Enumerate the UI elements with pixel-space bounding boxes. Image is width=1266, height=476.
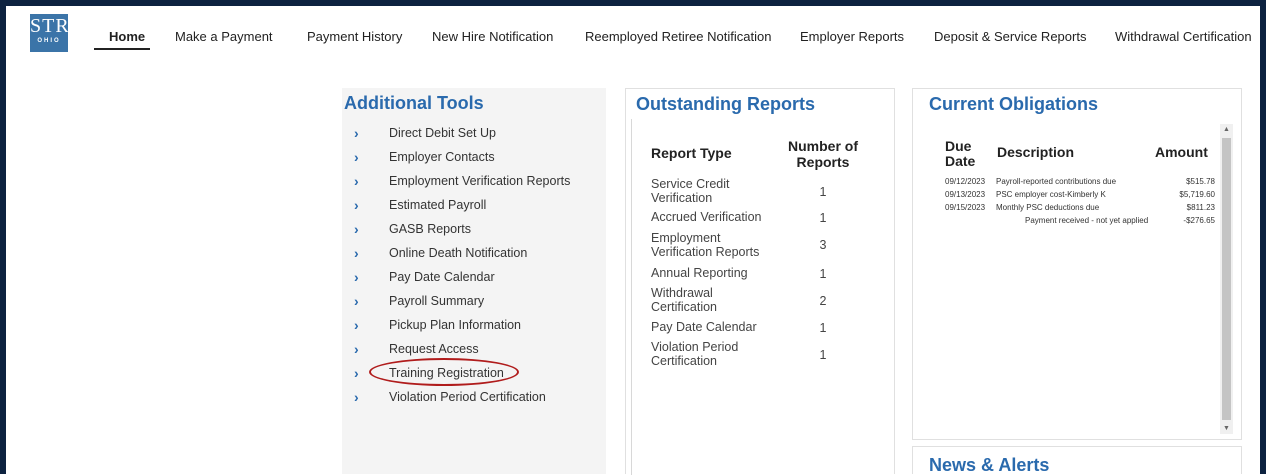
report-type: Employment Verification Reports [651, 231, 760, 259]
report-count: 1 [819, 267, 827, 281]
obligation-description: Payment received - not yet applied [1025, 216, 1149, 225]
report-type: Service Credit Verification [651, 177, 730, 205]
tools-item-label: Pay Date Calendar [389, 270, 495, 284]
chevron-right-icon: › [354, 269, 359, 285]
scrollbar-thumb[interactable] [1222, 138, 1231, 420]
column-header-report-type: Report Type [651, 145, 732, 161]
tools-item-label: GASB Reports [389, 222, 471, 236]
chevron-right-icon: › [354, 221, 359, 237]
nav-make-a-payment[interactable]: Make a Payment [175, 29, 273, 44]
obligation-description: PSC employer cost-Kimberly K [996, 190, 1106, 199]
report-type: Pay Date Calendar [651, 320, 757, 334]
nav-employer-reports[interactable]: Employer Reports [800, 29, 904, 44]
obligation-description: Payroll-reported contributions due [996, 177, 1117, 186]
obligation-amount: -$276.65 [1183, 216, 1215, 225]
chevron-right-icon: › [354, 365, 359, 381]
obligations-scrollbar[interactable]: ▲ ▼ [1220, 124, 1233, 434]
report-count: 3 [819, 238, 827, 252]
chevron-right-icon: › [354, 125, 359, 141]
obligation-amount: $515.78 [1186, 177, 1215, 186]
tools-item-label: Estimated Payroll [389, 198, 487, 212]
tools-item-label: Direct Debit Set Up [389, 126, 496, 140]
tools-item-label: Request Access [389, 342, 479, 356]
outstanding-reports-title: Outstanding Reports [636, 94, 815, 114]
obligation-date: 09/13/2023 [945, 190, 986, 199]
obligation-amount: $5,719.60 [1179, 190, 1215, 199]
tools-item-label: Violation Period Certification [389, 390, 546, 404]
column-header-number-of-reports: Number of Reports [788, 138, 858, 170]
chevron-right-icon: › [354, 341, 359, 357]
obligation-date: 09/15/2023 [945, 203, 986, 212]
chevron-right-icon: › [354, 293, 359, 309]
logo-text: STRS [30, 15, 82, 37]
report-count: 1 [819, 321, 827, 335]
obligation-description: Monthly PSC deductions due [996, 203, 1100, 212]
report-type: Violation Period Certification [651, 340, 739, 368]
tools-item-label: Training Registration [389, 366, 504, 380]
report-type: Annual Reporting [651, 266, 748, 280]
obligation-row: 09/13/2023 PSC employer cost-Kimberly K … [945, 190, 1215, 201]
column-header-amount: Amount [1155, 144, 1208, 160]
report-count: 1 [819, 185, 827, 199]
news-alerts-title: News & Alerts [929, 455, 1050, 475]
chevron-right-icon: › [354, 245, 359, 261]
current-obligations-title: Current Obligations [929, 94, 1099, 114]
nav-reemployed-retiree-notification[interactable]: Reemployed Retiree Notification [585, 29, 771, 44]
column-header-due-date: Due Date [945, 138, 976, 169]
report-count: 1 [819, 211, 827, 225]
additional-tools-panel: Additional Tools › Direct Debit Set Up › E… [342, 88, 606, 474]
tools-item-label: Payroll Summary [389, 294, 485, 308]
chevron-right-icon: › [354, 197, 359, 213]
obligation-row: 09/15/2023 Monthly PSC deductions due $8… [945, 203, 1215, 214]
report-type: Withdrawal Certification [651, 286, 717, 314]
tools-item-label: Online Death Notification [389, 246, 528, 260]
nav-deposit-service-reports[interactable]: Deposit & Service Reports [934, 29, 1086, 44]
chevron-right-icon: › [354, 389, 359, 405]
nav-active-underline [94, 48, 150, 50]
outstanding-reports-panel: Outstanding Reports Report Type Number o… [625, 88, 895, 475]
chevron-right-icon: › [354, 317, 359, 333]
nav-home[interactable]: Home [109, 29, 145, 44]
obligation-amount: $811.23 [1186, 203, 1215, 212]
report-count: 2 [819, 294, 827, 308]
logo-subtext: OHIO [37, 38, 61, 44]
chevron-right-icon: › [354, 173, 359, 189]
current-obligations-panel: Current Obligations Due Date Description… [912, 88, 1242, 440]
obligation-row: Payment received - not yet applied -$276… [945, 216, 1215, 227]
nav-new-hire-notification[interactable]: New Hire Notification [432, 29, 553, 44]
obligation-date: 09/12/2023 [945, 177, 986, 186]
tools-item-label: Employer Contacts [389, 150, 495, 164]
nav-payment-history[interactable]: Payment History [307, 29, 402, 44]
news-alerts-panel: News & Alerts [912, 446, 1242, 475]
chevron-right-icon: › [354, 149, 359, 165]
scroll-up-arrow-icon[interactable]: ▲ [1220, 126, 1233, 133]
scroll-down-arrow-icon[interactable]: ▼ [1220, 425, 1233, 432]
report-count: 1 [819, 348, 827, 362]
tools-item-label: Employment Verification Reports [389, 174, 571, 188]
nav-withdrawal-certification[interactable]: Withdrawal Certification [1115, 29, 1252, 44]
column-header-description: Description [997, 144, 1075, 160]
report-type: Accrued Verification [651, 210, 762, 224]
obligation-row: 09/12/2023 Payroll-reported contribution… [945, 177, 1215, 188]
strs-ohio-logo[interactable]: STRS OHIO [30, 14, 82, 52]
additional-tools-title: Additional Tools [344, 93, 484, 113]
top-navigation: STRS OHIO Home Make a Payment Payment Hi… [6, 6, 1260, 62]
tools-item-label: Pickup Plan Information [389, 318, 522, 332]
